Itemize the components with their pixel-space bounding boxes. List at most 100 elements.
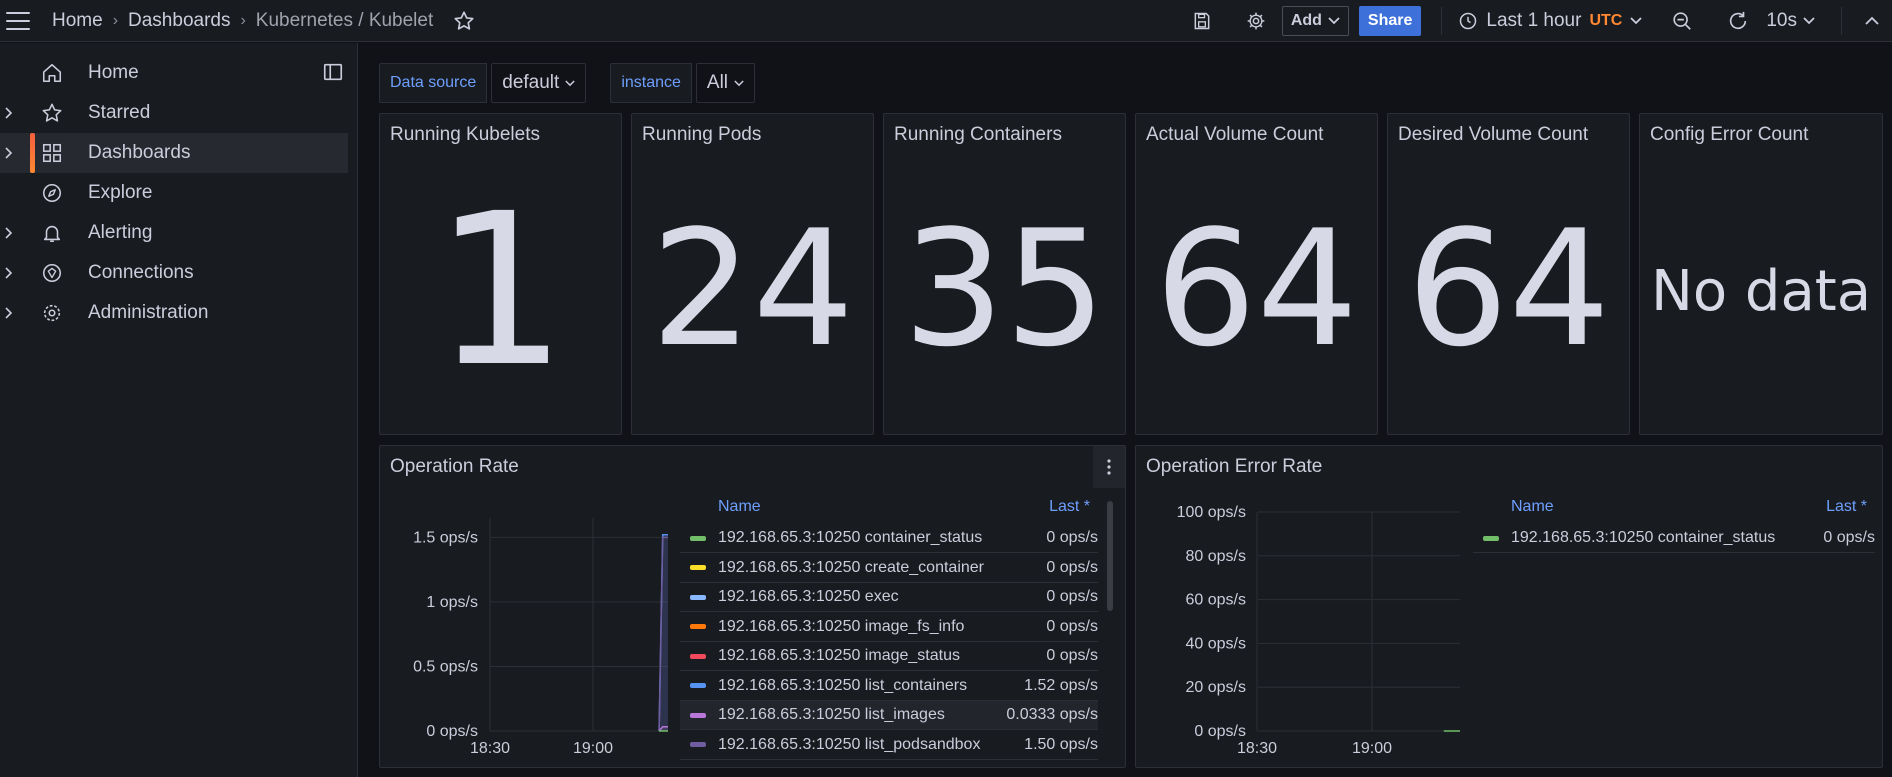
sidebar-item-alerting[interactable]: Alerting bbox=[0, 213, 348, 253]
cog-icon bbox=[43, 304, 61, 322]
refresh-icon[interactable] bbox=[1718, 5, 1758, 37]
stat-value: 64 bbox=[1406, 195, 1611, 382]
zoom-out-icon[interactable] bbox=[1662, 5, 1702, 37]
sidebar-item-home[interactable]: Home bbox=[0, 53, 348, 93]
sidebar-item-connections[interactable]: Connections bbox=[0, 253, 348, 293]
add-button[interactable]: Add bbox=[1281, 6, 1349, 36]
y-tick-label: 60 ops/s bbox=[1186, 592, 1246, 609]
stat-value: No data bbox=[1650, 259, 1872, 324]
legend-header-name[interactable]: Name bbox=[718, 498, 761, 524]
share-button[interactable]: Share bbox=[1358, 6, 1422, 36]
legend-item[interactable]: 192.168.65.3:10250 list_images 0.0333 ops… bbox=[680, 701, 1098, 730]
variable-label-datasource: Data source bbox=[379, 63, 488, 103]
y-tick-label: 80 ops/s bbox=[1186, 548, 1246, 565]
chevron-right-icon[interactable] bbox=[4, 226, 14, 240]
chevron-right-icon: › bbox=[240, 11, 246, 29]
star-icon[interactable] bbox=[453, 10, 475, 32]
home-icon bbox=[42, 63, 62, 83]
sidebar-item-administration[interactable]: Administration bbox=[0, 293, 348, 333]
legend-item-last: 0 ops/s bbox=[1046, 529, 1098, 546]
y-tick-label: 0 ops/s bbox=[1194, 723, 1246, 740]
compass-icon bbox=[42, 183, 62, 203]
breadcrumb-dashboards[interactable]: Dashboards bbox=[128, 10, 230, 32]
chevron-down-icon bbox=[734, 79, 744, 86]
sidebar-item-starred[interactable]: Starred bbox=[0, 93, 348, 133]
chevron-right-icon[interactable] bbox=[4, 106, 14, 120]
divider bbox=[1441, 7, 1443, 35]
add-label: Add bbox=[1290, 12, 1322, 29]
settings-icon[interactable] bbox=[1236, 5, 1276, 37]
sidebar-item-label: Dashboards bbox=[88, 142, 191, 163]
legend-item[interactable]: 192.168.65.3:10250 exec 0 ops/s bbox=[680, 583, 1098, 612]
panel-title: Config Error Count bbox=[1650, 124, 1809, 145]
stat-panel-actual-volume-count: Actual Volume Count 64 bbox=[1135, 113, 1378, 435]
legend-header-name[interactable]: Name bbox=[1511, 498, 1554, 524]
series-color-swatch bbox=[690, 653, 706, 659]
y-tick-label: 0 ops/s bbox=[426, 723, 478, 740]
chevron-right-icon[interactable] bbox=[4, 306, 14, 320]
y-tick-label: 1.5 ops/s bbox=[413, 529, 478, 546]
legend-header-last[interactable]: Last * bbox=[1826, 498, 1867, 524]
refresh-interval-label: 10s bbox=[1766, 10, 1797, 31]
sidebar-item-label: Administration bbox=[88, 302, 209, 323]
legend-item[interactable]: 192.168.65.3:10250 container_status 0 ops… bbox=[1473, 524, 1875, 553]
panel-title: Operation Rate bbox=[390, 456, 519, 477]
legend-scrollbar[interactable] bbox=[1107, 501, 1113, 611]
connections-icon bbox=[42, 263, 62, 283]
operation-error-rate-chart[interactable]: 0 ops/s 20 ops/s 40 ops/s 60 ops/s 80 ops/s 1… bbox=[1136, 486, 1466, 768]
legend-item-name: 192.168.65.3:10250 container_status bbox=[1511, 529, 1776, 546]
y-tick-label: 40 ops/s bbox=[1186, 635, 1246, 652]
sidebar-item-label: Explore bbox=[88, 182, 153, 203]
chevron-right-icon[interactable] bbox=[4, 146, 14, 160]
chevron-up-icon[interactable] bbox=[1852, 5, 1892, 37]
legend-item-last: 0 ops/s bbox=[1046, 647, 1098, 664]
chevron-right-icon[interactable] bbox=[4, 266, 14, 280]
operation-rate-chart[interactable]: 0 ops/s 0.5 ops/s 1 ops/s 1.5 ops/s 18:30 19:… bbox=[380, 486, 670, 768]
chevron-down-icon bbox=[1803, 17, 1815, 25]
time-range-picker[interactable]: Last 1 hour UTC bbox=[1452, 10, 1648, 32]
bell-icon bbox=[43, 225, 61, 243]
legend-item[interactable]: 192.168.65.3:10250 list_containers 1.52 o… bbox=[680, 672, 1098, 701]
panel-title: Desired Volume Count bbox=[1398, 124, 1589, 145]
top-bar: Home › Dashboards › Kubernetes / Kubelet… bbox=[0, 0, 1892, 42]
series-color-swatch bbox=[1483, 535, 1499, 541]
chevron-right-icon: › bbox=[112, 11, 119, 29]
y-tick-label: 0.5 ops/s bbox=[413, 658, 478, 675]
chevron-down-icon bbox=[565, 79, 576, 86]
legend: Name Last * 192.168.65.3:10250 container… bbox=[1473, 498, 1875, 558]
variable-select-instance[interactable]: All bbox=[695, 63, 756, 103]
panel-operation-rate: Operation Rate 0 ops/s 0.5 ops/s 1 ops/s 1.… bbox=[379, 445, 1126, 768]
stat-panel-running-pods: Running Pods 24 bbox=[631, 113, 874, 435]
series-color-swatch bbox=[690, 565, 706, 570]
legend-item-last: 1.52 ops/s bbox=[1024, 676, 1098, 694]
legend-item-last: 0 ops/s bbox=[1823, 529, 1875, 546]
sidebar-item-explore[interactable]: Explore bbox=[0, 173, 348, 213]
legend-item-name: 192.168.65.3:10250 create_container bbox=[718, 558, 984, 576]
panel-operation-error-rate: Operation Error Rate 0 ops/s 20 ops/s 40 o… bbox=[1135, 445, 1883, 768]
x-tick-label: 18:30 bbox=[1237, 740, 1277, 757]
x-tick-label: 19:00 bbox=[1352, 740, 1392, 757]
refresh-interval-picker[interactable]: 10s bbox=[1766, 10, 1815, 32]
save-icon[interactable] bbox=[1182, 5, 1222, 37]
menu-icon[interactable] bbox=[6, 11, 30, 30]
legend-item-name: 192.168.65.3:10250 container_status bbox=[718, 529, 983, 546]
legend-item-name: 192.168.65.3:10250 image_status bbox=[718, 647, 960, 664]
sidebar-item-dashboards[interactable]: Dashboards bbox=[0, 133, 348, 173]
legend-item[interactable]: 192.168.65.3:10250 image_status 0 ops/s bbox=[680, 642, 1098, 671]
stat-value: 1 bbox=[433, 168, 568, 413]
legend-header-last[interactable]: Last * bbox=[1049, 498, 1090, 524]
panel-title: Running Containers bbox=[894, 124, 1062, 145]
breadcrumb-home[interactable]: Home bbox=[52, 10, 103, 32]
series-color-swatch bbox=[690, 742, 706, 747]
y-tick-label: 100 ops/s bbox=[1177, 504, 1246, 521]
time-range-label: Last 1 hour bbox=[1486, 10, 1582, 31]
legend-item[interactable]: 192.168.65.3:10250 image_fs_info 0 ops/s bbox=[680, 613, 1098, 642]
variable-value: default bbox=[502, 72, 560, 93]
legend-item-last: 0.0333 ops/s bbox=[1006, 706, 1098, 723]
more-vertical-icon[interactable] bbox=[1093, 446, 1125, 488]
variable-select-datasource[interactable]: default bbox=[491, 63, 587, 103]
legend-item[interactable]: 192.168.65.3:10250 container_status 0 ops… bbox=[680, 524, 1098, 553]
legend-item[interactable]: 192.168.65.3:10250 list_podsandbox 1.50 o… bbox=[680, 731, 1098, 760]
chevron-down-icon bbox=[1630, 17, 1642, 25]
legend-item[interactable]: 192.168.65.3:10250 create_container 0 ops… bbox=[680, 554, 1098, 583]
